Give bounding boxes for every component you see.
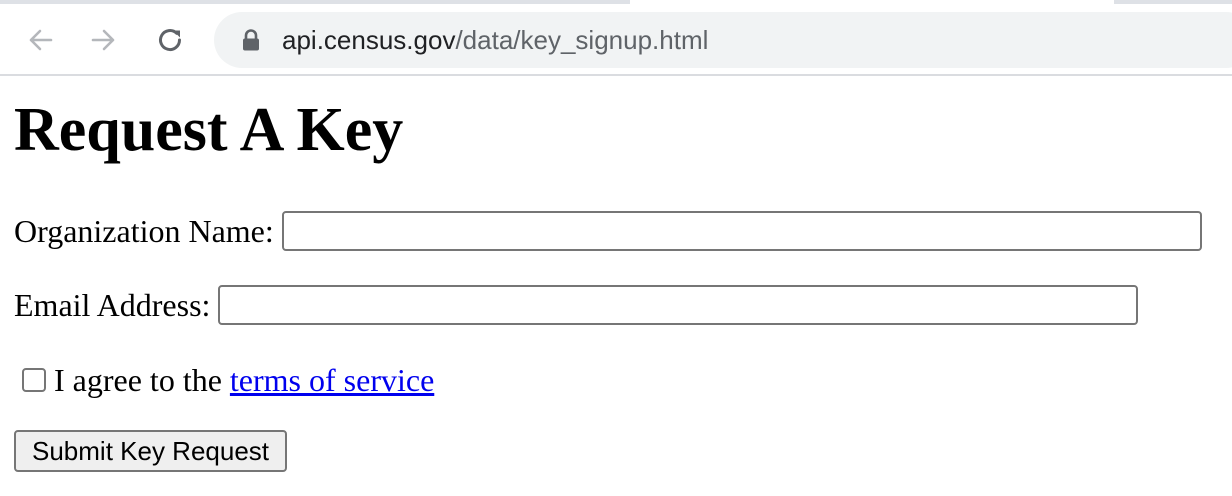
page-content: Request A Key Organization Name: Email A… <box>0 76 1232 496</box>
arrow-left-icon <box>29 29 53 51</box>
email-row: Email Address: <box>14 283 1139 327</box>
submit-key-request-button[interactable]: Submit Key Request <box>14 430 288 472</box>
browser-toolbar: api.census.gov/data/key_signup.html <box>0 0 1232 76</box>
arrow-right-icon <box>91 29 115 51</box>
lock-icon[interactable] <box>240 28 262 52</box>
terms-checkbox[interactable] <box>22 368 46 392</box>
terms-text: I agree to the terms of service <box>54 362 434 399</box>
forward-button[interactable] <box>86 22 122 58</box>
reload-button[interactable] <box>152 22 188 58</box>
active-tab-edge <box>630 0 1114 4</box>
back-button[interactable] <box>22 22 58 58</box>
email-label: Email Address: <box>14 286 211 323</box>
organization-row: Organization Name: <box>14 209 1202 253</box>
reload-icon <box>159 29 182 52</box>
url-domain: api.census.gov <box>282 25 456 55</box>
terms-prefix: I agree to the <box>54 361 230 398</box>
address-bar[interactable]: api.census.gov/data/key_signup.html <box>214 12 1232 68</box>
page-title: Request A Key <box>14 96 404 164</box>
terms-row: I agree to the terms of service <box>22 360 434 400</box>
email-address-input[interactable] <box>218 285 1139 325</box>
terms-of-service-link[interactable]: terms of service <box>230 362 434 398</box>
url-text[interactable]: api.census.gov/data/key_signup.html <box>282 25 708 56</box>
organization-name-input[interactable] <box>281 211 1202 251</box>
url-path: /data/key_signup.html <box>455 25 709 55</box>
organization-label: Organization Name: <box>14 212 274 249</box>
